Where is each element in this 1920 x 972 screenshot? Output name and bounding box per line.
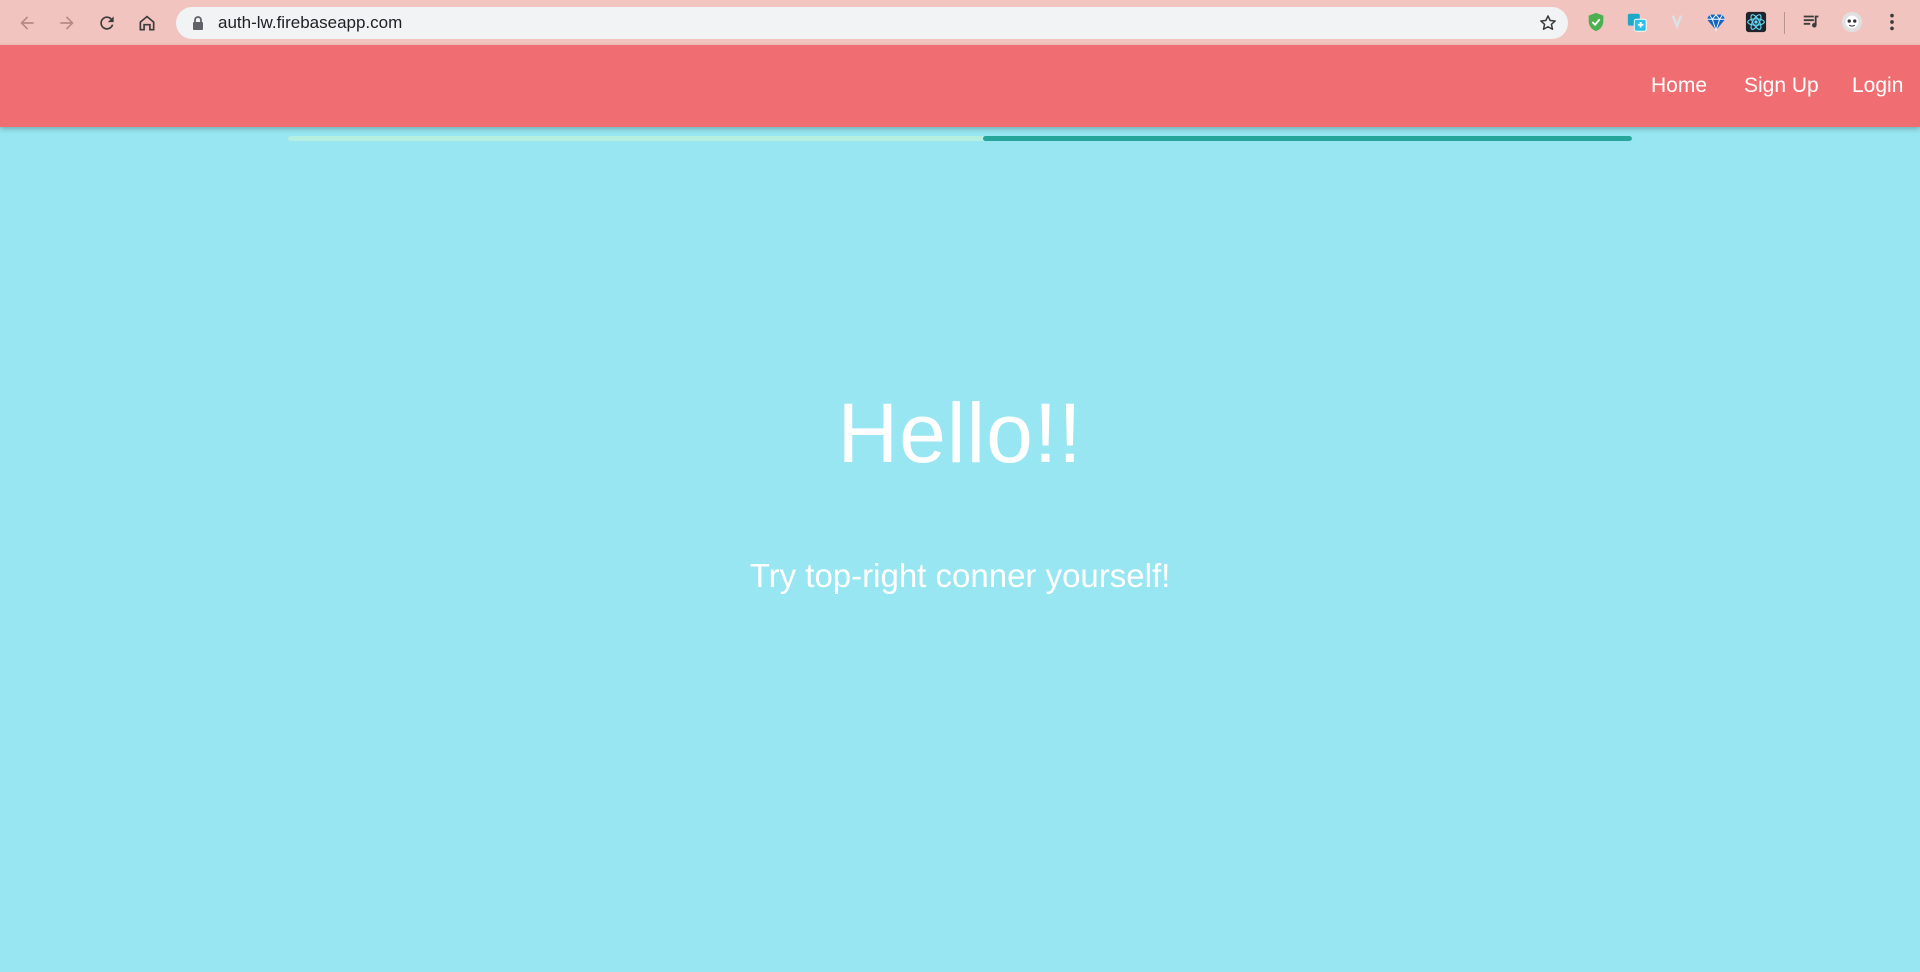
nav-link-login[interactable]: Login [1852,45,1903,127]
chrome-menu-button[interactable] [1880,10,1904,34]
gem-extension-button[interactable] [1704,10,1728,34]
adblock-shield-icon [1588,12,1604,32]
media-control-button[interactable] [1800,10,1824,34]
browser-toolbar: auth-lw.firebaseapp.com [0,0,1920,45]
nav-link-home[interactable]: Home [1651,45,1707,127]
toolbar-separator [1784,12,1785,34]
back-button[interactable] [12,8,42,38]
nav-link-sign-up[interactable]: Sign Up [1744,45,1819,127]
react-devtools-button[interactable] [1744,10,1768,34]
progress-indicator [982,136,1632,141]
forward-icon [60,16,74,30]
home-icon [139,15,155,31]
home-button[interactable] [132,8,162,38]
profile-button[interactable] [1840,10,1864,34]
reload-icon [100,16,114,30]
forward-button[interactable] [52,8,82,38]
reload-button[interactable] [92,8,122,38]
hero-subtitle: Try top-right conner yourself! [749,557,1171,594]
adblock-extension-button[interactable] [1584,10,1608,34]
react-devtools-icon [1745,11,1767,33]
gem-extension-icon [1706,13,1726,32]
profile-avatar-icon [1841,11,1863,33]
bookmark-star-icon[interactable] [1538,13,1558,33]
vuetify-extension-button[interactable] [1665,10,1689,34]
translate-extension-icon [1627,13,1647,32]
url-text: auth-lw.firebaseapp.com [218,13,403,32]
translate-extension-button[interactable] [1625,10,1649,34]
menu-kebab-icon [1890,13,1894,31]
vuetify-extension-icon [1671,15,1683,30]
back-icon [20,16,34,30]
app-navbar: Home Sign Up Login [0,45,1920,127]
loading-progress-bar [288,136,1632,141]
media-playlist-icon [1803,15,1819,28]
hero-title: Hello!! [837,386,1083,480]
lock-icon [193,16,203,30]
address-bar[interactable]: auth-lw.firebaseapp.com [176,7,1568,39]
